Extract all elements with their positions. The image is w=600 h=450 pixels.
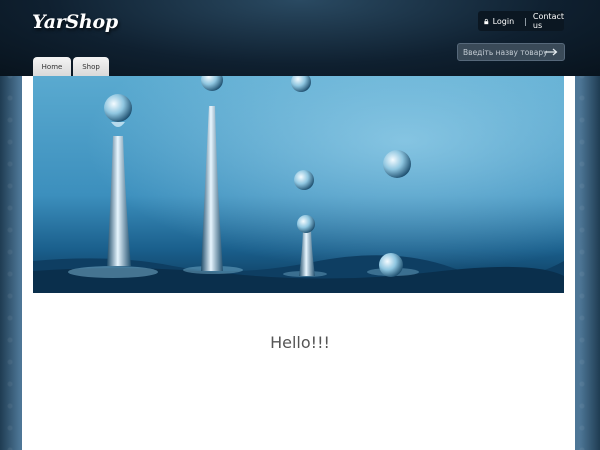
site-logo[interactable]: YarShop [32,11,118,33]
tab-home[interactable]: Home [33,57,71,76]
site-header: YarShop Login | Contact us Home Shop [0,0,600,76]
lock-icon [484,18,489,24]
nav-separator: | [524,16,527,26]
greeting-text: Hello!!! [270,333,330,352]
arrow-right-icon[interactable] [544,47,558,57]
contact-link[interactable]: Contact us [533,12,564,30]
search-input[interactable] [458,44,547,60]
top-nav: Login | Contact us [478,11,564,31]
hero-image [33,76,564,293]
water-droplets-illustration [33,76,564,293]
search-box [457,43,565,61]
tab-shop[interactable]: Shop [73,57,109,76]
login-link[interactable]: Login [493,17,515,26]
